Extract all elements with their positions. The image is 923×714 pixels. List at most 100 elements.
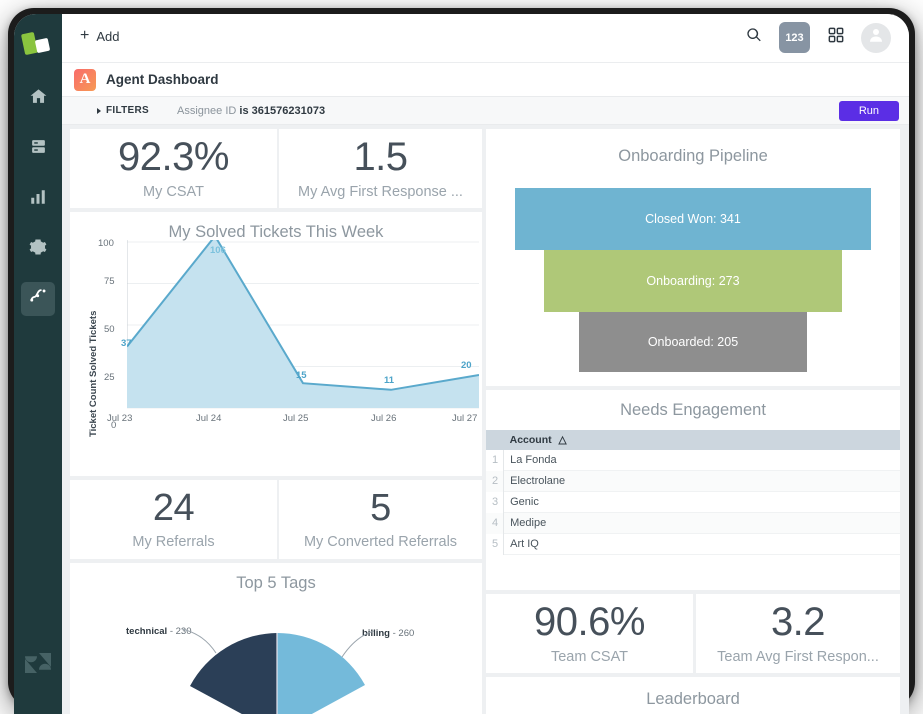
dashboard-icon: A	[74, 68, 96, 91]
kpi-label: Team CSAT	[550, 649, 629, 665]
app-screen: + Add 123 A Agent Dashboard FILTERS Assi…	[14, 14, 909, 714]
apps-grid-button[interactable]	[820, 22, 851, 53]
toolbar-actions: 123	[738, 22, 891, 53]
chart-onboarding-pipeline[interactable]: Onboarding Pipeline Closed Won: 341 Onbo…	[486, 129, 900, 386]
active-filter-description[interactable]: Assignee ID is 361576231073	[177, 105, 325, 117]
add-button[interactable]: + Add	[80, 28, 119, 44]
filters-toggle[interactable]: FILTERS	[97, 105, 149, 116]
sidebar-item-reports[interactable]	[21, 182, 55, 216]
kpi-label: Team Avg First Respon...	[717, 649, 879, 665]
table-title: Needs Engagement	[620, 401, 766, 419]
kpi-team-first-response[interactable]: 3.2 Team Avg First Respon...	[696, 594, 900, 673]
row-number: 5	[486, 533, 505, 555]
gear-icon	[29, 238, 47, 261]
kpi-value: 3.2	[770, 600, 826, 644]
funnel-segment-closed-won[interactable]: Closed Won: 341	[515, 188, 871, 250]
table-row[interactable]: 3 Genic	[486, 491, 900, 513]
kpi-my-converted-referrals[interactable]: 5 My Converted Referrals	[279, 480, 482, 559]
avatar[interactable]	[861, 22, 891, 53]
explore-logo-icon	[20, 31, 53, 58]
x-tick-2: Jul 25	[283, 413, 309, 424]
chart-title: My Solved Tickets This Week	[168, 223, 384, 241]
sidebar-item-admin[interactable]	[21, 232, 55, 266]
cell-account: Electrolane	[503, 470, 900, 492]
dashboard-header: A Agent Dashboard	[62, 62, 909, 96]
row-number: 2	[486, 470, 505, 492]
left-nav-rail	[14, 14, 62, 714]
row-number: 1	[486, 450, 505, 471]
row-number: 3	[486, 491, 505, 513]
table-body: 1 La Fonda 2 Electrolane 3 Genic 4 Medipe 5 Art I…	[486, 450, 900, 555]
sidebar-item-dashboards[interactable]	[21, 282, 55, 316]
cell-account: Art IQ	[503, 533, 900, 555]
sidebar-item-home[interactable]	[21, 82, 55, 116]
row-number-header	[486, 430, 504, 450]
kpi-value: 90.6%	[534, 600, 645, 644]
chart-top-5-tags[interactable]: Top 5 Tags technical - 230 billing - 260	[70, 563, 482, 714]
pie-leader-lines	[181, 628, 375, 658]
cell-account: Medipe	[503, 512, 900, 534]
kpi-value: 24	[152, 487, 195, 529]
bar-chart-icon	[29, 188, 47, 211]
table-row[interactable]: 2 Electrolane	[486, 470, 900, 492]
plus-icon: +	[80, 27, 90, 44]
run-button[interactable]: Run	[838, 100, 899, 121]
y-axis-title: Ticket Count Solved Tickets	[88, 310, 99, 437]
kpi-label: My Referrals	[132, 534, 215, 550]
table-needs-engagement[interactable]: Needs Engagement Account △ 1 La Fonda 2 Ele…	[486, 390, 900, 590]
area-chart-plot	[127, 240, 479, 409]
point-label-jul25: 15	[296, 370, 307, 381]
funnel-segment-onboarded[interactable]: Onboarded: 205	[579, 312, 807, 372]
y-tick-50: 50	[104, 324, 115, 335]
filters-label: FILTERS	[106, 105, 150, 116]
point-label-jul26: 11	[384, 375, 395, 386]
chart-title: Top 5 Tags	[236, 574, 316, 592]
pie-label-billing-value: 260	[398, 628, 415, 639]
x-tick-0: Jul 23	[107, 413, 133, 424]
row-number: 4	[486, 512, 505, 534]
kpi-my-first-response[interactable]: 1.5 My Avg First Response ...	[279, 129, 482, 208]
kpi-team-csat[interactable]: 90.6% Team CSAT	[486, 594, 693, 673]
y-tick-75: 75	[104, 276, 115, 287]
pie-label-technical-name: technical	[126, 626, 168, 637]
kpi-my-referrals[interactable]: 24 My Referrals	[70, 480, 277, 559]
kpi-label: My CSAT	[143, 184, 204, 200]
sidebar-item-datasets[interactable]	[21, 132, 55, 166]
count-badge[interactable]: 123	[779, 22, 810, 53]
table-row[interactable]: 1 La Fonda	[486, 450, 900, 471]
chart-my-solved-tickets[interactable]: My Solved Tickets This Week Ticket Count…	[70, 212, 482, 476]
chevron-right-icon	[97, 107, 101, 114]
table-row[interactable]: 4 Medipe	[486, 512, 900, 534]
database-icon	[30, 138, 47, 160]
add-button-label: Add	[96, 28, 120, 44]
kpi-value: 1.5	[353, 135, 408, 179]
filter-value: 361576231073	[251, 104, 326, 117]
x-tick-4: Jul 27	[452, 413, 478, 424]
filter-field: Assignee ID	[177, 104, 237, 117]
search-button[interactable]	[738, 22, 769, 53]
column-header-account[interactable]: Account △	[503, 430, 900, 450]
point-label-jul23: 37	[121, 338, 132, 349]
top-toolbar: + Add 123	[62, 14, 909, 62]
y-tick-100: 100	[98, 238, 114, 249]
cell-account: La Fonda	[503, 450, 900, 471]
filter-operator: is	[239, 104, 249, 117]
kpi-label: My Converted Referrals	[303, 534, 458, 550]
table-row[interactable]: 5 Art IQ	[486, 533, 900, 555]
zendesk-logo-icon	[25, 651, 51, 680]
column-header-label: Account	[509, 434, 552, 446]
trend-line-icon	[29, 287, 48, 311]
grid-apps-icon	[828, 27, 844, 48]
search-icon	[746, 27, 762, 48]
chart-title: Onboarding Pipeline	[618, 147, 768, 165]
point-label-jul27: 20	[461, 360, 472, 371]
home-icon	[29, 87, 48, 111]
x-tick-3: Jul 26	[371, 413, 397, 424]
panel-leaderboard[interactable]: Leaderboard	[486, 677, 900, 714]
dashboard-canvas: 92.3% My CSAT 1.5 My Avg First Response …	[62, 125, 909, 714]
kpi-my-csat[interactable]: 92.3% My CSAT	[70, 129, 277, 208]
device-frame: + Add 123 A Agent Dashboard FILTERS Assi…	[8, 8, 915, 714]
funnel-segment-onboarding[interactable]: Onboarding: 273	[544, 250, 842, 312]
filter-bar: FILTERS Assignee ID is 361576231073 Run	[62, 96, 909, 125]
chevron-up-icon: △	[558, 434, 567, 446]
